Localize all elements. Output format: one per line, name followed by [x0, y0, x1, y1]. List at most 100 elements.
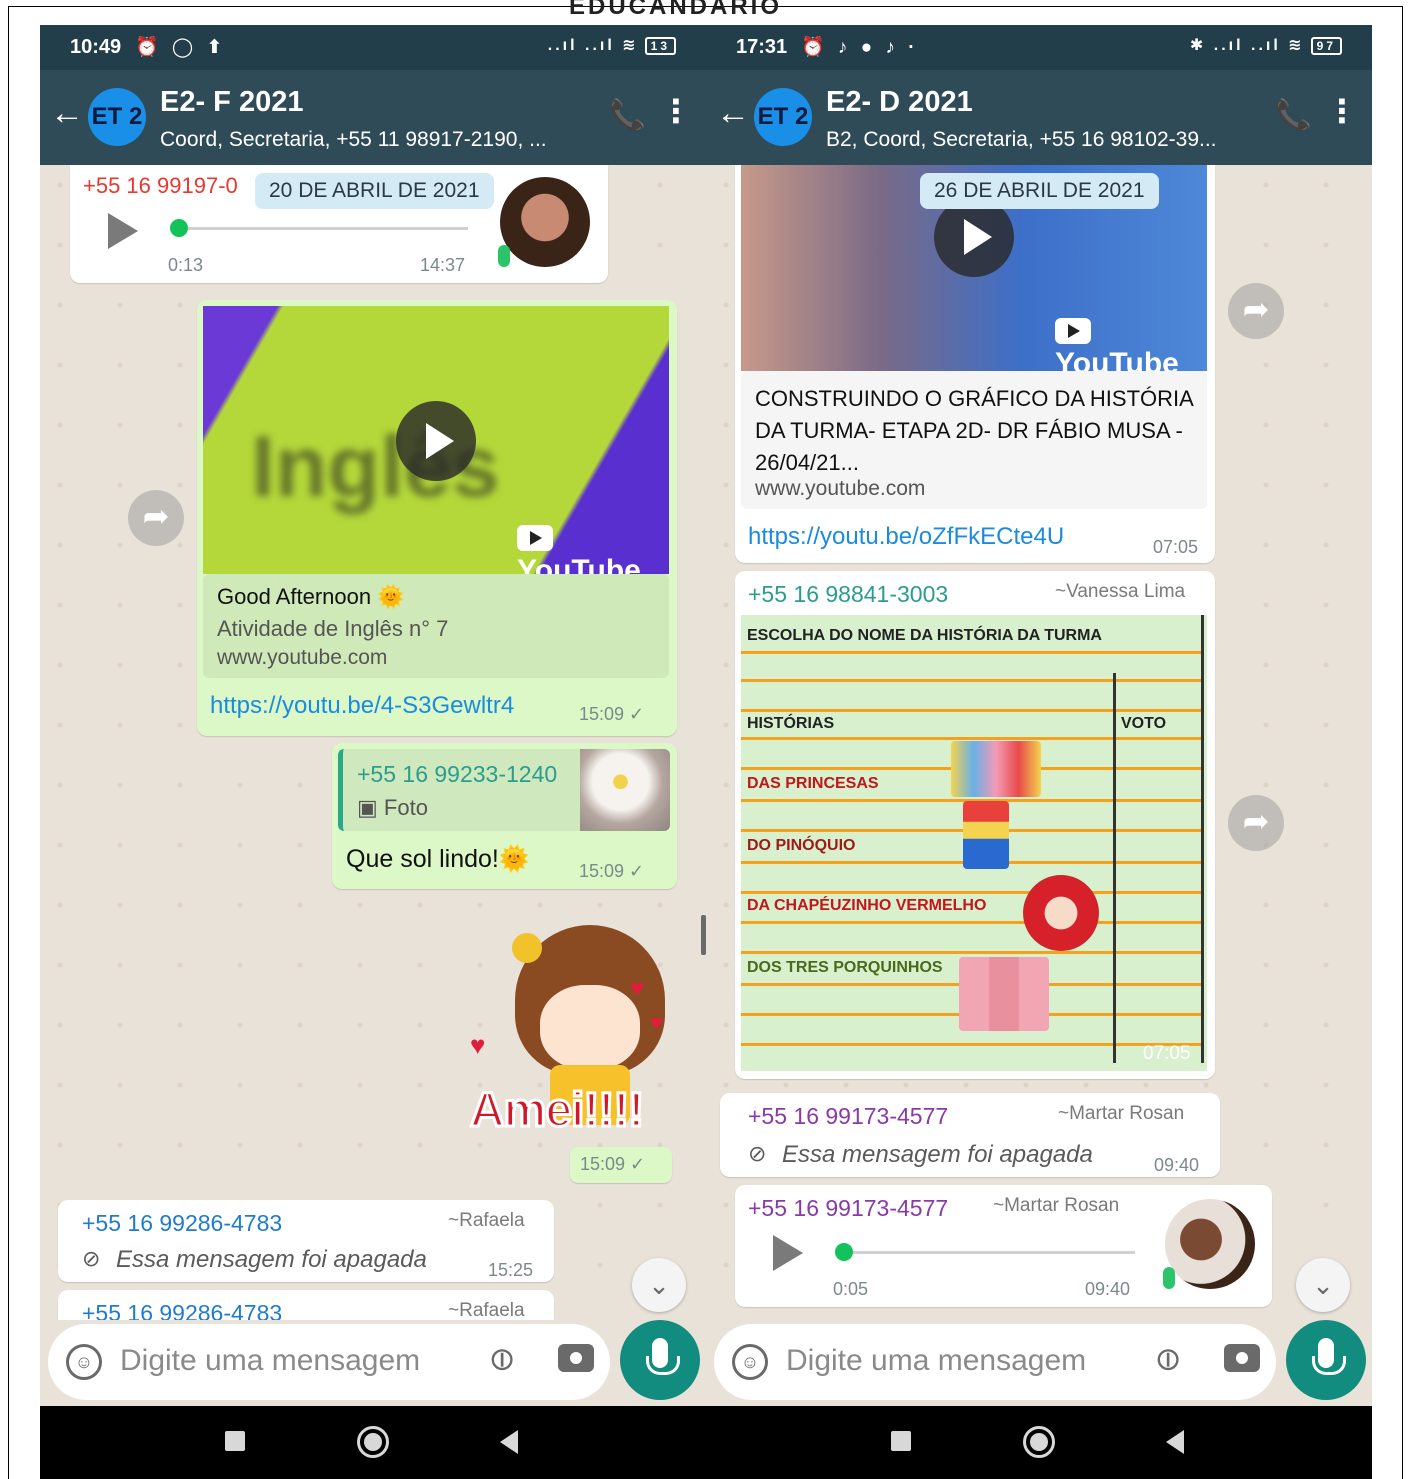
sender-number: +55 16 99197-0 [83, 173, 238, 198]
attach-icon[interactable]: ⊘ [478, 1336, 524, 1382]
chat-area[interactable]: YouTube CONSTRUINDO O GRÁFICO DA HISTÓRI… [706, 165, 1372, 1325]
table-line [741, 951, 1203, 954]
message-time: 07:05 [1153, 537, 1199, 557]
chat-area[interactable]: +55 16 99197-0 0:13 14:37 20 DE ABRIL DE… [40, 165, 706, 1325]
deleted-text: Essa mensagem foi apagada [116, 1246, 427, 1273]
sender-alias: ~Rafaela [448, 1210, 525, 1231]
mic-button[interactable] [620, 1320, 700, 1400]
scroll-down-icon[interactable]: ⌄ [632, 1258, 686, 1312]
chat-header: ← ET 2 E2- F 2021 Coord, Secretaria, +55… [40, 70, 706, 165]
sticker-bow [512, 933, 542, 963]
heart-icon: ♥ [630, 975, 645, 1002]
status-time: 10:49 [70, 36, 122, 58]
audio-track[interactable] [178, 227, 468, 230]
table-line [741, 1043, 1203, 1046]
home-icon[interactable] [1023, 1426, 1055, 1458]
play-icon[interactable] [773, 1235, 803, 1271]
quoted-type: ▣ Foto [357, 795, 428, 820]
chat-header: ← ET 2 E2- D 2021 B2, Coord, Secretaria,… [706, 70, 1372, 165]
forward-icon[interactable]: ➦ [1228, 795, 1284, 851]
table-line [741, 737, 1203, 740]
column-histories: HISTÓRIAS [747, 715, 835, 732]
group-avatar[interactable]: ET 2 [754, 88, 812, 146]
video-play-icon[interactable] [934, 197, 1014, 277]
signal-icons: ..ıl ..ıl ≋ 13 [548, 35, 676, 55]
signal-wifi-icon: ✱ ..ıl ..ıl ≋ [1189, 37, 1305, 54]
story-row-2: DO PINÓQUIO [747, 837, 856, 854]
more-options-icon[interactable]: ⋮ [1326, 92, 1358, 130]
audio-duration: 0:13 [168, 255, 204, 275]
forward-icon[interactable]: ➦ [1228, 283, 1284, 339]
message-input[interactable]: ☺ Digite uma mensagem ⊘ [714, 1324, 1276, 1400]
pinocchio-picture [963, 801, 1009, 869]
audio-scrubber[interactable] [170, 219, 188, 237]
sender-photo[interactable] [500, 177, 590, 267]
group-avatar[interactable]: ET 2 [88, 88, 146, 146]
reply-message: +55 16 99233-1240 ▣ Foto Que sol lindo!🌞… [332, 743, 677, 889]
recents-icon[interactable] [225, 1431, 245, 1451]
youtube-message: YouTube CONSTRUINDO O GRÁFICO DA HISTÓRI… [735, 165, 1215, 563]
android-nav-bar [706, 1406, 1372, 1479]
group-members[interactable]: B2, Coord, Secretaria, +55 16 98102-39..… [826, 128, 1217, 152]
group-title[interactable]: E2- F 2021 [160, 86, 303, 119]
date-separator: 20 DE ABRIL DE 2021 [255, 173, 494, 209]
back-arrow-icon[interactable]: ← [716, 94, 750, 133]
preview-domain: www.youtube.com [755, 477, 926, 500]
play-icon[interactable] [108, 213, 138, 249]
table-title: ESCOLHA DO NOME DA HISTÓRIA DA TURMA [747, 627, 1102, 644]
camera-icon[interactable] [558, 1344, 594, 1372]
story-row-3: DA CHAPÉUZINHO VERMELHO [747, 897, 987, 914]
message-time: 09:40 [1154, 1155, 1200, 1175]
recents-icon[interactable] [891, 1431, 911, 1451]
youtube-message: Inglês YouTube Good Afternoon 🌞 Atividad… [197, 300, 677, 736]
audio-scrubber[interactable] [835, 1243, 853, 1261]
back-nav-icon[interactable] [500, 1430, 518, 1454]
video-link[interactable]: https://youtu.be/4-S3Gewltr4 [210, 692, 514, 720]
emoji-icon[interactable]: ☺ [66, 1344, 102, 1380]
message-time: 14:37 [420, 255, 466, 275]
message-time: 09:40 [1085, 1279, 1131, 1299]
android-nav-bar [40, 1406, 706, 1479]
input-placeholder: Digite uma mensagem [786, 1344, 1087, 1377]
forward-icon[interactable]: ➦ [128, 490, 184, 546]
more-options-icon[interactable]: ⋮ [660, 92, 692, 130]
date-separator: 26 DE ABRIL DE 2021 [920, 173, 1159, 209]
attach-icon[interactable]: ⊘ [1144, 1336, 1190, 1382]
add-call-icon[interactable]: 📞 [1275, 98, 1312, 133]
youtube-logo: YouTube [1055, 313, 1207, 371]
video-play-icon[interactable] [396, 401, 476, 481]
deleted-text: Essa mensagem foi apagada [782, 1141, 1093, 1168]
sticker[interactable]: ♥ ♥ ♥ Amei!!!! [468, 915, 700, 1155]
quoted-sender: +55 16 99233-1240 [357, 761, 558, 787]
attached-image[interactable]: ESCOLHA DO NOME DA HISTÓRIA DA TURMA HIS… [741, 615, 1207, 1071]
quoted-message[interactable]: +55 16 99233-1240 ▣ Foto [338, 749, 670, 831]
story-row-1: DAS PRINCESAS [747, 775, 879, 792]
back-nav-icon[interactable] [1166, 1430, 1184, 1454]
home-icon[interactable] [357, 1426, 389, 1458]
sender-photo[interactable] [1165, 1199, 1255, 1289]
scroll-down-icon[interactable]: ⌄ [1296, 1258, 1350, 1312]
group-members[interactable]: Coord, Secretaria, +55 11 98917-2190, ..… [160, 128, 547, 152]
camera-icon[interactable] [1224, 1344, 1260, 1372]
status-bar: 10:49 ⏰ ◯ ⬆ ..ıl ..ıl ≋ 13 [40, 25, 706, 70]
video-link[interactable]: https://youtu.be/oZfFkECte4U [748, 523, 1064, 551]
link-preview[interactable]: Good Afternoon 🌞 Atividade de Inglês n° … [203, 574, 669, 678]
link-preview[interactable]: CONSTRUINDO O GRÁFICO DA HISTÓRIA DA TUR… [741, 371, 1207, 509]
three-pigs-picture [959, 957, 1049, 1031]
sender-alias: ~Martar Rosan [1058, 1103, 1185, 1124]
emoji-icon[interactable]: ☺ [732, 1344, 768, 1380]
audio-duration: 0:05 [833, 1279, 869, 1299]
mic-icon [498, 245, 510, 267]
mic-button[interactable] [1286, 1320, 1366, 1400]
audio-track[interactable] [843, 1251, 1135, 1254]
sticker-time-badge: 15:09 ✓ [570, 1147, 672, 1183]
table-line [741, 709, 1203, 712]
sender-alias: ~Rafaela [448, 1300, 525, 1321]
sender-alias: ~Martar Rosan [993, 1195, 1120, 1216]
group-title[interactable]: E2- D 2021 [826, 86, 973, 119]
add-call-icon[interactable]: 📞 [609, 98, 646, 133]
back-arrow-icon[interactable]: ← [50, 94, 84, 133]
message-input[interactable]: ☺ Digite uma mensagem ⊘ [48, 1324, 610, 1400]
photo-icon: ▣ [357, 795, 384, 820]
video-thumbnail[interactable]: Inglês YouTube [203, 306, 669, 574]
